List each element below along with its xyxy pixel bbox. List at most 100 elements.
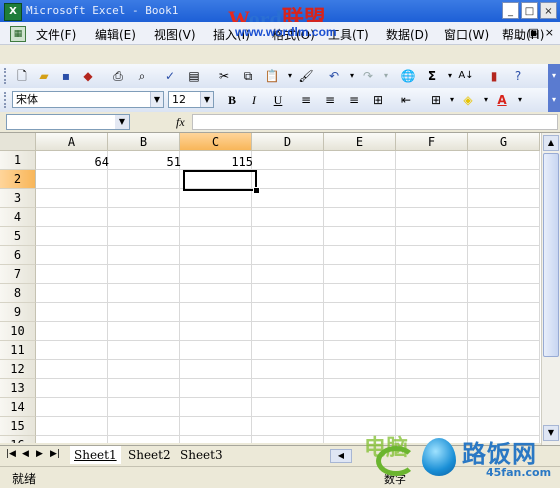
align-center-icon[interactable]: ≡ <box>322 92 338 108</box>
font-color-dropdown-icon[interactable]: ▾ <box>512 92 528 108</box>
font-size-select[interactable]: 12 ▼ <box>168 91 214 108</box>
row-header-10[interactable]: 10 <box>0 322 36 341</box>
row-header-8[interactable]: 8 <box>0 284 36 303</box>
menu-window[interactable]: 窗口(W) <box>444 26 489 43</box>
maximize-button[interactable]: □ <box>521 2 538 19</box>
cell-b1[interactable]: 51 <box>112 153 184 171</box>
row-header-16[interactable]: 16 <box>0 436 36 443</box>
row-header-2[interactable]: 2 <box>0 170 36 189</box>
workbook-icon[interactable]: ▦ <box>10 26 26 42</box>
row-header-6[interactable]: 6 <box>0 246 36 265</box>
chevron-down-icon[interactable]: ▼ <box>115 115 129 129</box>
redo-dropdown-icon[interactable]: ▾ <box>378 68 394 84</box>
redo-icon[interactable]: ↷ <box>360 68 376 84</box>
scroll-left-icon[interactable]: ◀ <box>330 449 352 463</box>
autosum-icon[interactable]: Σ <box>424 68 440 84</box>
row-header-7[interactable]: 7 <box>0 265 36 284</box>
tab-sheet2[interactable]: Sheet2 <box>124 446 175 464</box>
vertical-scrollbar[interactable]: ▲ ▼ <box>541 133 560 445</box>
insert-function-icon[interactable]: fx <box>176 115 185 130</box>
tab-sheet1[interactable]: Sheet1 <box>70 446 121 464</box>
font-color-icon[interactable]: A <box>494 92 510 108</box>
tab-sheet3[interactable]: Sheet3 <box>176 446 227 464</box>
borders-dropdown-icon[interactable]: ▾ <box>444 92 460 108</box>
doc-close-button[interactable]: × <box>545 26 554 39</box>
toolbar-grip[interactable] <box>4 92 9 108</box>
undo-dropdown-icon[interactable]: ▾ <box>344 68 360 84</box>
select-all-corner[interactable] <box>0 133 36 151</box>
active-cell-c2[interactable] <box>183 170 257 191</box>
row-header-5[interactable]: 5 <box>0 227 36 246</box>
italic-button[interactable]: I <box>246 92 262 108</box>
doc-restore-button[interactable]: ▣ <box>528 26 538 39</box>
new-icon[interactable]: 🗋 <box>14 68 30 84</box>
hyperlink-icon[interactable]: 🌐 <box>400 68 416 84</box>
row-header-13[interactable]: 13 <box>0 379 36 398</box>
row-header-14[interactable]: 14 <box>0 398 36 417</box>
first-sheet-icon[interactable]: |◀ <box>6 449 16 459</box>
doc-minimize-button[interactable]: _ <box>517 26 523 39</box>
chart-wizard-icon[interactable]: ▮ <box>486 68 502 84</box>
format-painter-icon[interactable]: 🖌 <box>298 68 314 84</box>
menu-edit[interactable]: 编辑(E) <box>95 26 136 43</box>
minimize-button[interactable]: _ <box>502 2 519 19</box>
column-header-e[interactable]: E <box>324 133 396 151</box>
cell-c1[interactable]: 115 <box>184 153 256 171</box>
open-icon[interactable]: ▰ <box>36 68 52 84</box>
row-header-15[interactable]: 15 <box>0 417 36 436</box>
column-header-a[interactable]: A <box>36 133 108 151</box>
column-header-g[interactable]: G <box>468 133 540 151</box>
column-header-b[interactable]: B <box>108 133 180 151</box>
next-sheet-icon[interactable]: ▶ <box>36 449 43 459</box>
close-button[interactable]: × <box>540 2 557 19</box>
formula-input[interactable] <box>192 114 558 130</box>
column-header-c[interactable]: C <box>180 133 252 151</box>
row-header-12[interactable]: 12 <box>0 360 36 379</box>
borders-icon[interactable]: ⊞ <box>428 92 444 108</box>
row-header-1[interactable]: 1 <box>0 151 36 170</box>
scroll-thumb[interactable] <box>543 153 559 357</box>
print-preview-icon[interactable]: ⌕ <box>134 68 150 84</box>
autosum-dropdown-icon[interactable]: ▾ <box>442 68 458 84</box>
fill-color-icon[interactable]: ◈ <box>460 92 476 108</box>
chevron-down-icon[interactable]: ▼ <box>150 92 163 107</box>
font-name-select[interactable]: 宋体 ▼ <box>12 91 164 108</box>
row-header-3[interactable]: 3 <box>0 189 36 208</box>
column-header-d[interactable]: D <box>252 133 324 151</box>
chevron-down-icon[interactable]: ▼ <box>200 92 213 107</box>
scroll-up-icon[interactable]: ▲ <box>543 135 559 151</box>
worksheet-grid[interactable]: ABCDEFG 12345678910111213141516 64 51 11… <box>0 133 560 443</box>
copy-icon[interactable]: ⧉ <box>240 68 256 84</box>
row-header-11[interactable]: 11 <box>0 341 36 360</box>
undo-icon[interactable]: ↶ <box>326 68 342 84</box>
underline-button[interactable]: U <box>270 92 286 108</box>
excel-app-icon[interactable]: X <box>4 3 22 21</box>
permission-icon[interactable]: ◆ <box>80 68 96 84</box>
toolbar-options-icon[interactable]: ▾ <box>548 64 560 88</box>
align-left-icon[interactable]: ≡ <box>298 92 314 108</box>
toolbar-grip[interactable] <box>4 68 9 84</box>
print-icon[interactable]: ⎙ <box>110 68 126 84</box>
prev-sheet-icon[interactable]: ◀ <box>22 449 29 459</box>
spelling-icon[interactable]: ✓ <box>162 68 178 84</box>
row-header-9[interactable]: 9 <box>0 303 36 322</box>
row-header-4[interactable]: 4 <box>0 208 36 227</box>
help-icon[interactable]: ? <box>510 68 526 84</box>
cell-a1[interactable]: 64 <box>40 153 112 171</box>
paste-icon[interactable]: 📋 <box>264 68 280 84</box>
menu-view[interactable]: 视图(V) <box>154 26 196 43</box>
sort-ascending-icon[interactable]: A↓ <box>458 68 474 84</box>
toolbar-options-icon[interactable]: ▾ <box>548 88 560 112</box>
menu-file[interactable]: 文件(F) <box>36 26 76 43</box>
bold-button[interactable]: B <box>224 92 240 108</box>
menu-data[interactable]: 数据(D) <box>386 26 429 43</box>
merge-center-icon[interactable]: ⊞ <box>370 92 386 108</box>
fill-handle[interactable] <box>253 187 260 194</box>
research-icon[interactable]: ▤ <box>186 68 202 84</box>
cut-icon[interactable]: ✂ <box>216 68 232 84</box>
last-sheet-icon[interactable]: ▶| <box>50 449 60 459</box>
fill-color-dropdown-icon[interactable]: ▾ <box>478 92 494 108</box>
paste-dropdown-icon[interactable]: ▾ <box>282 68 298 84</box>
save-icon[interactable]: ▪ <box>58 68 74 84</box>
align-right-icon[interactable]: ≡ <box>346 92 362 108</box>
